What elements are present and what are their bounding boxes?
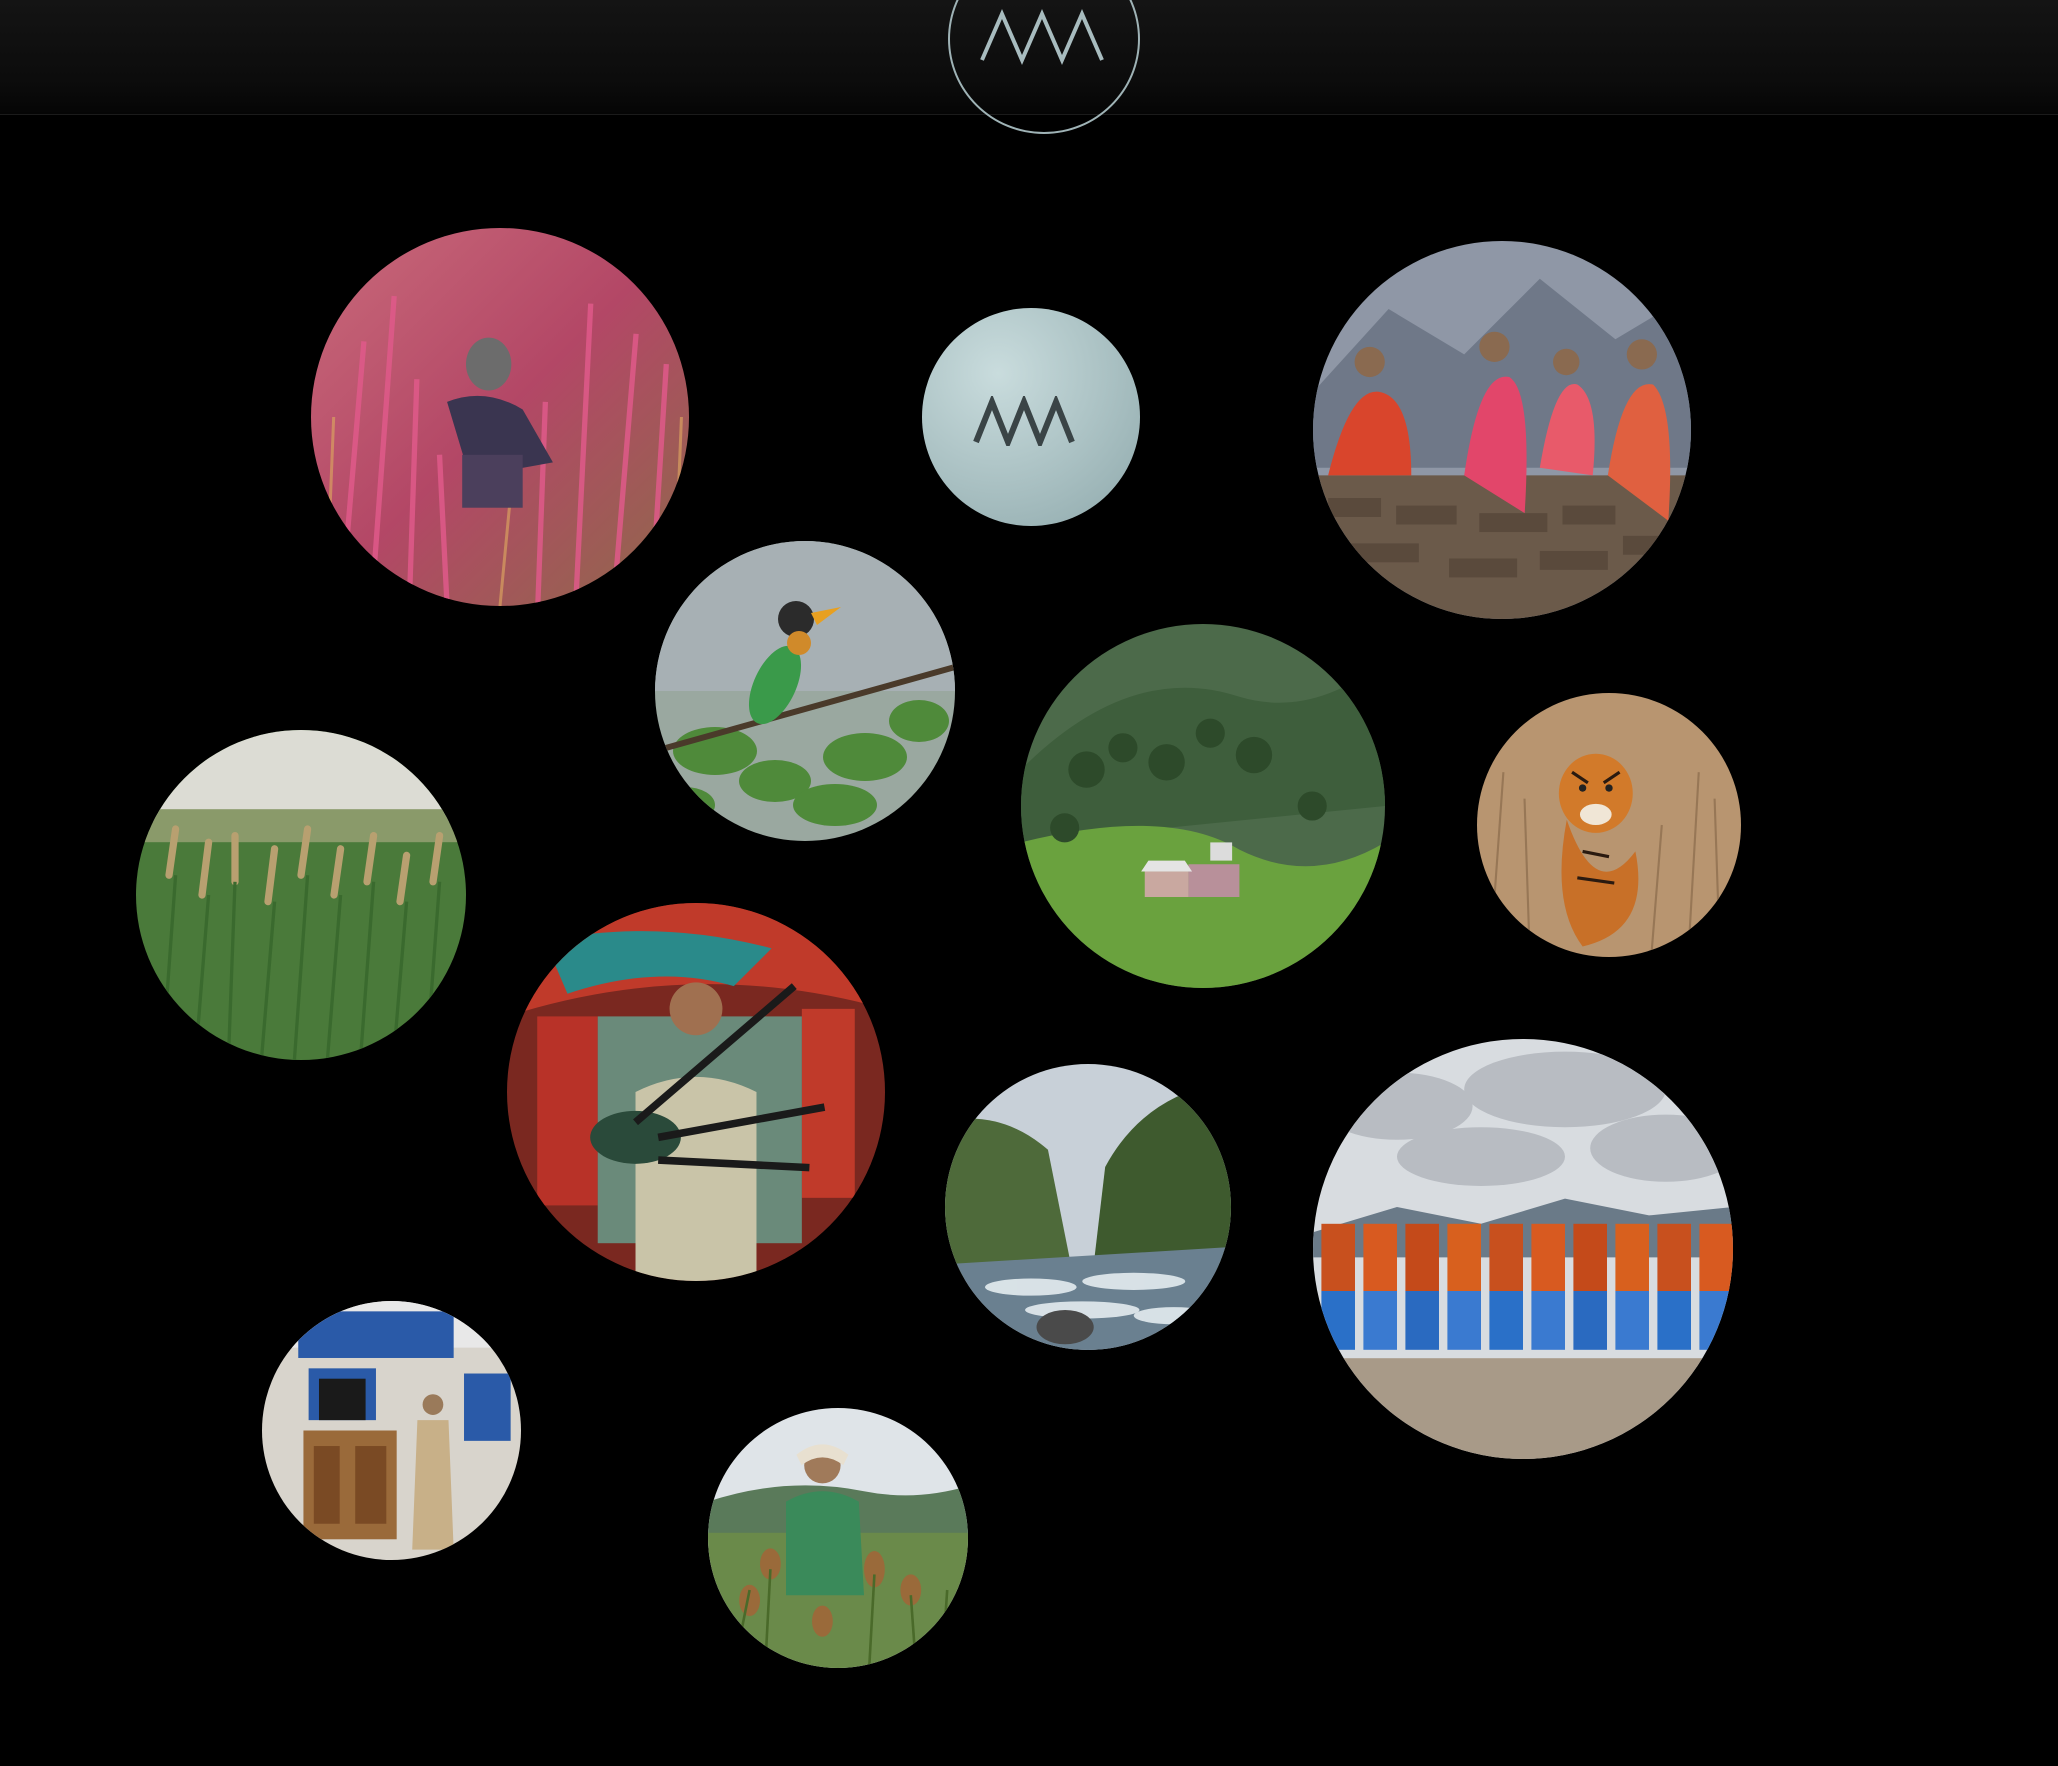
- mountain-wave-logo-icon: [980, 8, 1104, 66]
- mountain-wave-logo-icon: [973, 396, 1075, 446]
- photo-women-dancing[interactable]: [1313, 1039, 1733, 1459]
- photo-hill-village[interactable]: [1021, 624, 1385, 988]
- photo-barbet-bird[interactable]: [655, 541, 955, 841]
- center-logo-bubble[interactable]: [922, 308, 1140, 526]
- photo-river-gorge[interactable]: [945, 1064, 1231, 1350]
- photo-woman-amaranth-field[interactable]: [311, 228, 689, 606]
- photo-woman-harvest[interactable]: [708, 1408, 968, 1668]
- photo-women-sitting-on-wall[interactable]: [1313, 241, 1691, 619]
- photo-millet-field[interactable]: [136, 730, 466, 1060]
- photo-man-at-house[interactable]: [262, 1301, 521, 1560]
- photo-bagpiper[interactable]: [507, 903, 885, 1281]
- photo-tiger[interactable]: [1477, 693, 1741, 957]
